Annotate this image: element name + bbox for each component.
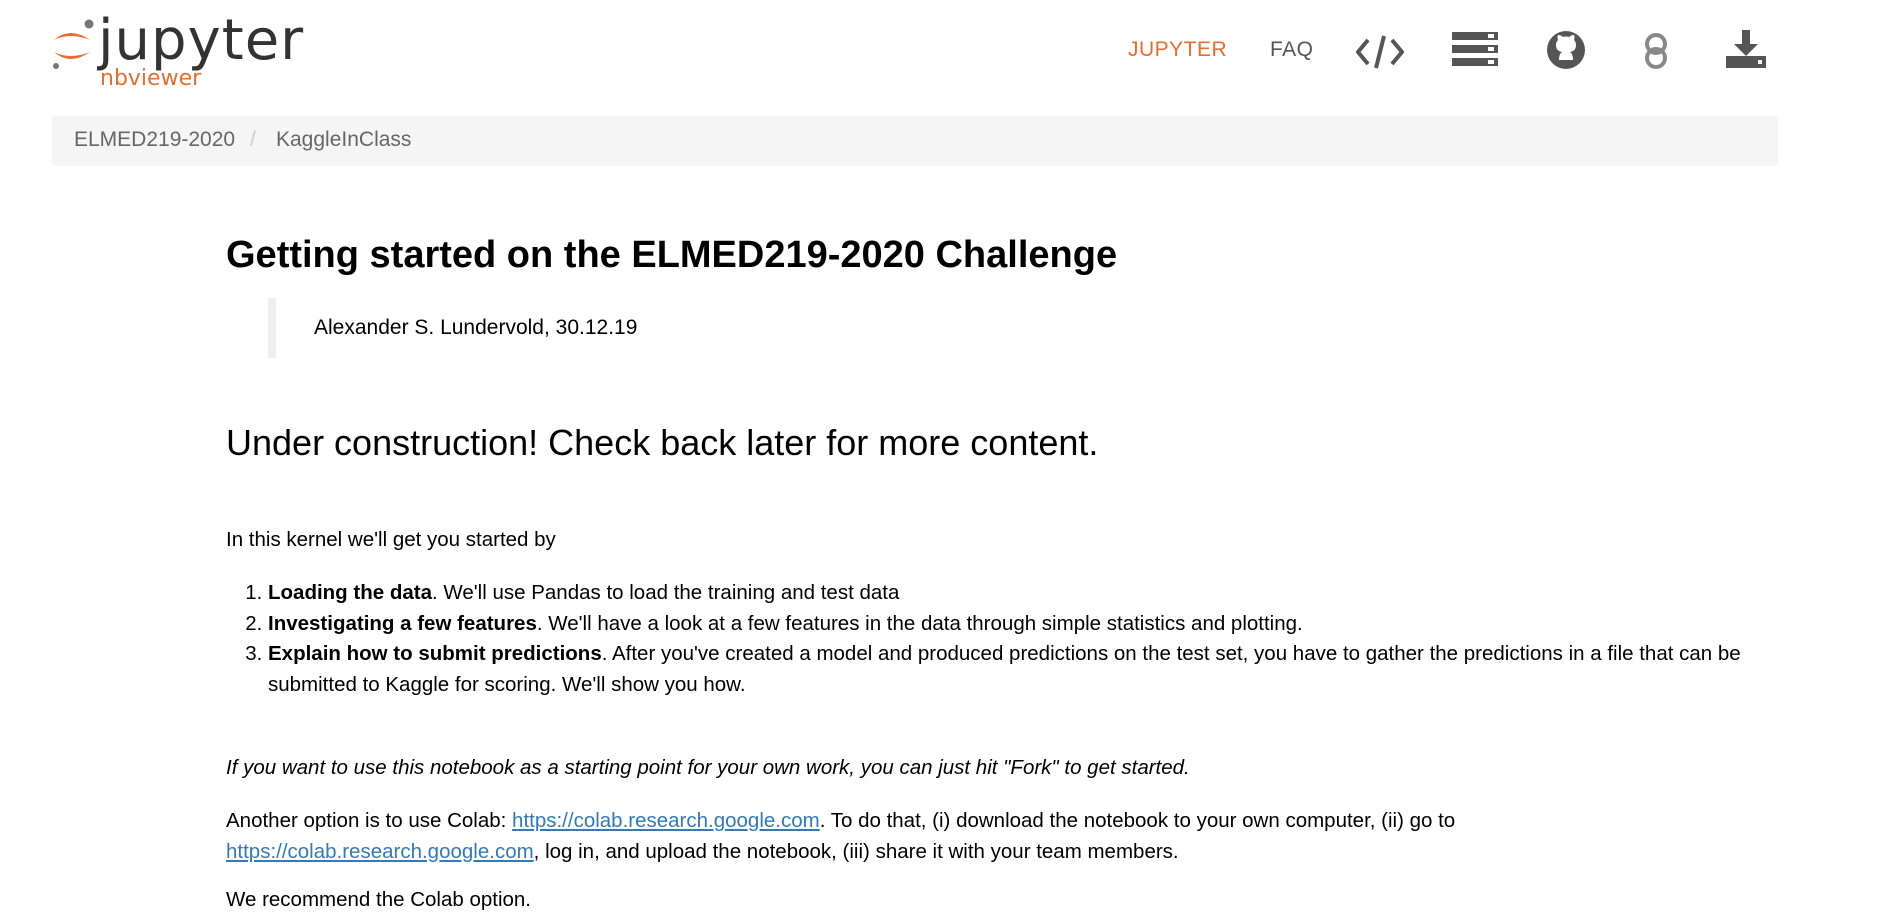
step-title: Explain how to submit predictions <box>268 642 602 665</box>
github-icon[interactable] <box>1546 30 1586 75</box>
breadcrumb-separator: / <box>250 128 256 151</box>
step-title: Investigating a few features <box>268 611 537 635</box>
list-item: Investigating a few features. We'll have… <box>268 609 1768 640</box>
download-icon[interactable] <box>1726 30 1766 75</box>
list-item: Explain how to submit predictions. After… <box>268 639 1768 700</box>
colab-link[interactable]: https://colab.research.google.com <box>226 840 534 863</box>
logo-subtitle: nbviewer <box>100 66 202 91</box>
recommend-text: We recommend the Colab option. <box>226 888 532 911</box>
intro-text: In this kernel we'll get you started by <box>226 528 556 551</box>
author-line: Alexander S. Lundervold, 30.12.19 <box>314 316 638 339</box>
colab-paragraph: Another option is to use Colab: https://… <box>226 806 1726 867</box>
server-icon[interactable] <box>1452 32 1498 73</box>
breadcrumb-item-kaggleinclass[interactable]: KaggleInClass <box>276 128 411 152</box>
code-icon[interactable] <box>1355 32 1405 77</box>
construction-heading: Under construction! Check back later for… <box>226 422 1099 463</box>
step-text: . We'll have a look at a few features in… <box>536 611 1303 635</box>
binder-icon[interactable] <box>1640 32 1672 75</box>
breadcrumb-item-elmed219[interactable]: ELMED219-2020 <box>74 128 235 152</box>
colab-middle: . To do that, (i) download the notebook … <box>819 809 1456 832</box>
colab-link[interactable]: https://colab.research.google.com <box>512 809 820 832</box>
nav-jupyter-link[interactable]: JUPYTER <box>1128 38 1227 62</box>
nbviewer-logo[interactable]: jupyter nbviewer <box>50 8 310 95</box>
top-navbar: jupyter nbviewer JUPYTER FAQ <box>0 0 1897 110</box>
step-text: . We'll use Pandas to load the training … <box>432 581 900 604</box>
jupyter-logo-icon <box>53 19 94 69</box>
colab-suffix: , log in, and upload the notebook, (iii)… <box>533 839 1179 863</box>
nav-faq-link[interactable]: FAQ <box>1270 38 1314 62</box>
list-item: Loading the data. We'll use Pandas to lo… <box>268 578 1768 609</box>
logo-wordmark: jupyter <box>98 8 305 73</box>
author-blockquote: Alexander S. Lundervold, 30.12.19 <box>268 298 637 358</box>
colab-prefix: Another option is to use Colab: <box>226 809 513 832</box>
steps-list: Loading the data. We'll use Pandas to lo… <box>226 578 1768 700</box>
breadcrumb: ELMED219-2020 / KaggleInClass <box>52 116 1778 166</box>
step-title: Loading the data <box>268 581 432 604</box>
notebook-title: Getting started on the ELMED219-2020 Cha… <box>226 234 1118 276</box>
fork-note: If you want to use this notebook as a st… <box>226 756 1190 779</box>
